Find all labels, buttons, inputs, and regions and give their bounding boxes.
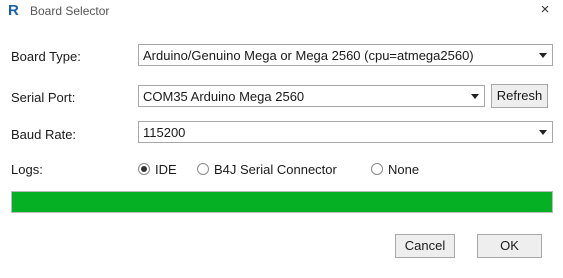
- radio-button[interactable]: [197, 163, 209, 175]
- app-logo-icon: R: [8, 2, 19, 19]
- radio-button[interactable]: [371, 163, 383, 175]
- logs-option-label: IDE: [155, 162, 177, 177]
- logs-option-label: B4J Serial Connector: [214, 162, 337, 177]
- chevron-down-icon: [539, 130, 547, 135]
- radio-button[interactable]: [138, 163, 150, 175]
- chevron-down-icon: [539, 53, 547, 58]
- ok-button[interactable]: OK: [477, 234, 542, 258]
- progress-bar: [11, 191, 553, 213]
- baud-rate-dropdown[interactable]: 115200: [138, 121, 553, 143]
- board-type-label: Board Type:: [11, 49, 81, 64]
- logs-option-none[interactable]: None: [371, 162, 431, 178]
- baud-rate-label: Baud Rate:: [11, 127, 77, 142]
- baud-rate-value: 115200: [143, 125, 186, 140]
- logs-option-label: None: [388, 162, 420, 177]
- board-type-value: Arduino/Genuino Mega or Mega 2560 (cpu=a…: [143, 48, 474, 63]
- progress-fill: [12, 192, 552, 212]
- title-bar: R Board Selector ×: [0, 0, 563, 22]
- close-icon[interactable]: ×: [538, 2, 552, 18]
- cancel-button[interactable]: Cancel: [395, 234, 455, 258]
- serial-port-label: Serial Port:: [11, 90, 76, 105]
- serial-port-dropdown[interactable]: COM35 Arduino Mega 2560: [138, 85, 485, 107]
- board-type-dropdown[interactable]: Arduino/Genuino Mega or Mega 2560 (cpu=a…: [138, 44, 553, 66]
- refresh-button[interactable]: Refresh: [491, 84, 548, 108]
- chevron-down-icon: [471, 94, 479, 99]
- radio-selected-dot: [141, 166, 147, 172]
- logs-label: Logs:: [11, 162, 43, 177]
- logs-option-b4j-serial-connector[interactable]: B4J Serial Connector: [197, 162, 362, 178]
- serial-port-value: COM35 Arduino Mega 2560: [143, 89, 305, 104]
- window-title: Board Selector: [30, 4, 110, 18]
- logs-option-ide[interactable]: IDE: [138, 162, 198, 178]
